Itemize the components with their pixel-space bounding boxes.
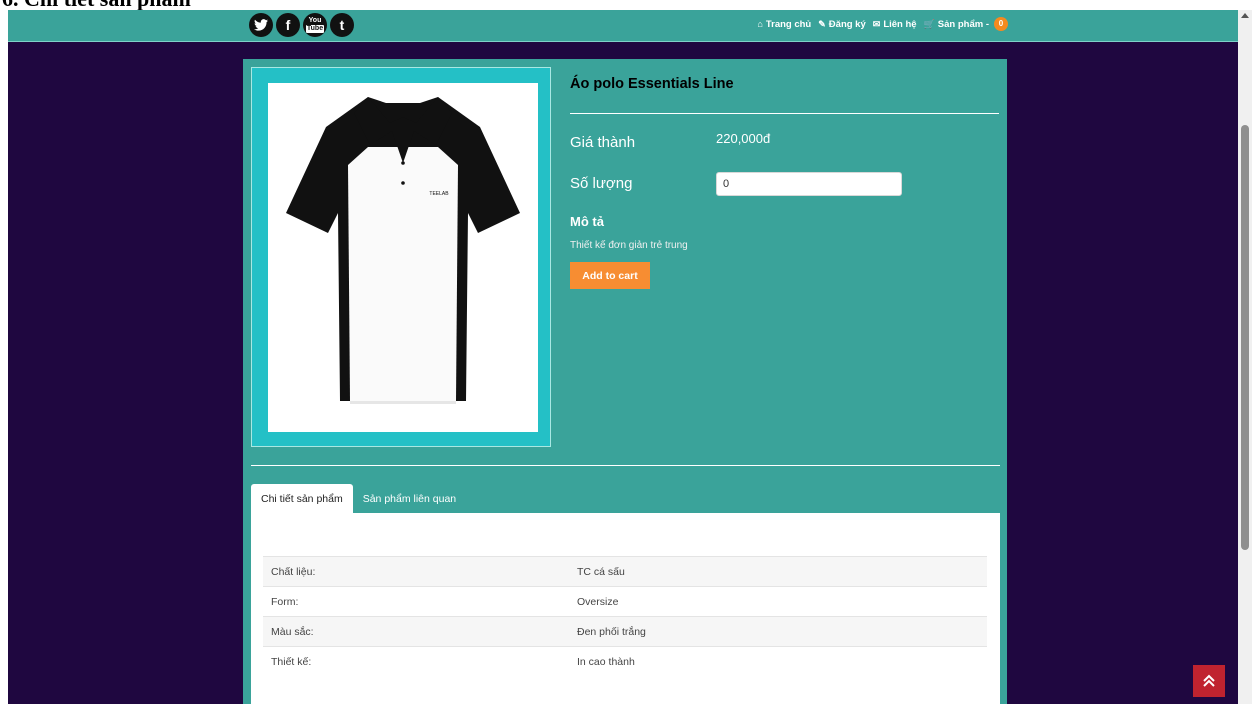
table-row: Màu sắc: Đen phối trắng — [263, 616, 987, 647]
table-row: Form: Oversize — [263, 586, 987, 617]
nav-contact[interactable]: ✉ Liên hệ — [873, 19, 917, 30]
facebook-icon[interactable]: f — [276, 13, 300, 37]
product-image[interactable]: TEELAB — [268, 83, 538, 432]
spec-key: Màu sắc: — [271, 625, 314, 638]
home-icon: ⌂ — [757, 19, 763, 29]
spec-value: Oversize — [577, 595, 619, 608]
scroll-up-arrow-icon[interactable] — [1241, 13, 1249, 18]
double-chevron-up-icon — [1203, 674, 1215, 687]
quantity-input[interactable] — [716, 172, 902, 196]
nav-products[interactable]: 🛒 Sản phẩm - 0 — [924, 17, 1008, 31]
product-logo-text: TEELAB — [429, 191, 449, 197]
nav-register-label: Đăng ký — [828, 18, 866, 30]
spec-key: Form: — [271, 595, 299, 608]
spec-key: Chất liệu: — [271, 565, 316, 578]
price-value: 220,000đ — [716, 131, 771, 146]
title-divider — [570, 113, 999, 114]
spec-value: Đen phối trắng — [577, 625, 646, 638]
section-divider — [251, 465, 1000, 466]
twitter-icon[interactable] — [249, 13, 273, 37]
tab-details[interactable]: Chi tiết sản phẩm — [251, 484, 353, 513]
scroll-to-top-button[interactable] — [1193, 665, 1225, 697]
nav-contact-label: Liên hệ — [883, 18, 917, 30]
spec-value: TC cá sấu — [577, 565, 625, 578]
product-title: Áo polo Essentials Line — [570, 76, 734, 92]
envelope-icon: ✉ — [872, 18, 881, 29]
spec-key: Thiết kế: — [271, 655, 312, 668]
product-image-frame: TEELAB — [251, 67, 551, 447]
table-row: Thiết kế: In cao thành — [263, 646, 987, 677]
youtube-icon[interactable]: You Tube — [303, 13, 327, 37]
add-to-cart-button[interactable]: Add to cart — [570, 262, 650, 289]
nav-register[interactable]: ✎ Đăng ký — [818, 19, 866, 30]
tab-related-products[interactable]: Sản phẩm liên quan — [353, 484, 466, 513]
page-viewport: f You Tube t ⌂ Trang chủ ✎ Đăng ký ✉ Liên… — [8, 10, 1238, 704]
cart-count-badge: 0 — [994, 17, 1008, 31]
table-row: Chất liệu: TC cá sấu — [263, 556, 987, 587]
social-links: f You Tube t — [249, 13, 354, 37]
nav-products-label: Sản phẩm - — [937, 18, 989, 30]
vertical-scrollbar[interactable] — [1238, 10, 1252, 704]
edit-icon: ✎ — [818, 18, 826, 29]
quantity-label: Số lượng — [570, 175, 633, 192]
spec-value: In cao thành — [577, 655, 635, 668]
tumblr-icon[interactable]: t — [330, 13, 354, 37]
nav-home-label: Trang chủ — [765, 18, 812, 30]
details-tab-panel: Chất liệu: TC cá sấu Form: Oversize Màu … — [251, 513, 1000, 704]
scrollbar-thumb[interactable] — [1241, 125, 1249, 550]
product-detail-panel: TEELAB Áo polo Essentials Line Giá thành… — [243, 59, 1007, 704]
product-tabs: Chi tiết sản phẩm Sản phẩm liên quan — [251, 484, 466, 513]
price-label: Giá thành — [570, 134, 636, 151]
top-strip: 6. Chi tiết sản phẩm — [0, 0, 1252, 10]
description-heading: Mô tả — [570, 214, 604, 229]
nav-home[interactable]: ⌂ Trang chủ — [757, 19, 811, 30]
cart-icon: 🛒 — [923, 18, 935, 29]
description-text: Thiết kế đơn giản trẻ trung — [570, 240, 688, 251]
top-strip-text: 6. Chi tiết sản phẩm — [2, 0, 191, 10]
spec-table: Chất liệu: TC cá sấu Form: Oversize Màu … — [263, 556, 987, 677]
main-nav: ⌂ Trang chủ ✎ Đăng ký ✉ Liên hệ 🛒 Sản ph… — [757, 17, 1008, 31]
navbar: f You Tube t ⌂ Trang chủ ✎ Đăng ký ✉ Liên… — [8, 10, 1238, 42]
